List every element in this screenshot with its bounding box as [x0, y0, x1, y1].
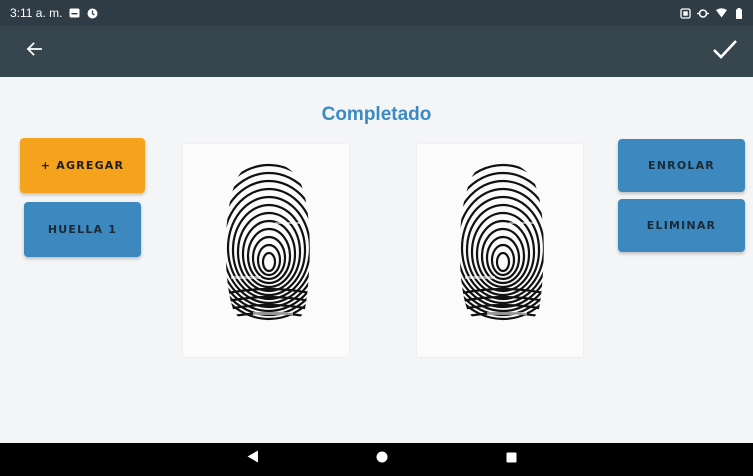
confirm-button[interactable]	[709, 36, 741, 68]
enroll-button[interactable]: ENROLAR	[618, 139, 745, 192]
nav-recents-button[interactable]	[496, 444, 526, 474]
finger-1-button[interactable]: HUELLA 1	[24, 202, 141, 257]
back-button[interactable]	[18, 36, 50, 68]
sync-icon	[697, 7, 709, 19]
status-bar: 3:11 a. m.	[0, 0, 753, 26]
battery-icon	[733, 7, 745, 19]
fingerprint-icon	[459, 161, 544, 321]
status-right	[679, 7, 745, 19]
main-content: Completado + AGREGAR HUELLA 1 ENROLAR EL…	[0, 77, 753, 443]
page-title: Completado	[321, 104, 432, 125]
fingerprint-image-right	[417, 144, 583, 357]
status-time: 3:11 a. m.	[10, 6, 63, 20]
system-navigation-bar	[0, 443, 753, 476]
clock-icon	[86, 7, 98, 19]
delete-button[interactable]: ELIMINAR	[618, 199, 745, 252]
arrow-left-icon	[26, 41, 42, 62]
app-toolbar	[0, 26, 753, 77]
status-left: 3:11 a. m.	[10, 6, 98, 20]
fingerprint-icon	[225, 161, 310, 321]
nav-home-button[interactable]	[367, 444, 397, 474]
home-circle-icon	[376, 450, 388, 468]
checkmark-icon	[712, 38, 738, 65]
add-button[interactable]: + AGREGAR	[20, 138, 145, 193]
recents-square-icon	[506, 450, 517, 468]
fingerprint-image-left	[183, 144, 349, 357]
nav-back-button[interactable]	[238, 444, 268, 474]
back-triangle-icon	[247, 450, 259, 468]
wifi-icon	[715, 7, 727, 19]
notification-card-icon	[68, 7, 80, 19]
cast-icon	[679, 7, 691, 19]
